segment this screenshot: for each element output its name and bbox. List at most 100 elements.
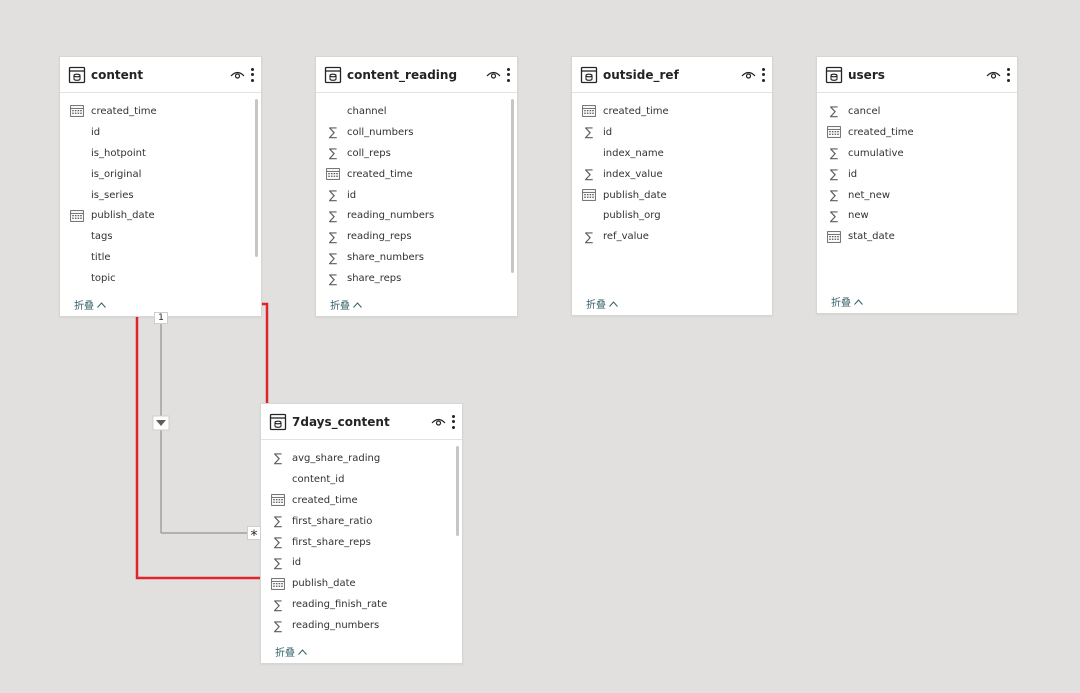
collapse-button[interactable]: 折叠 bbox=[586, 296, 618, 311]
relationship-many-marker[interactable]: * bbox=[247, 526, 261, 544]
relationship-one-marker[interactable]: 1 bbox=[154, 312, 168, 324]
field-item[interactable]: ∑ reading_reps bbox=[316, 226, 517, 247]
field-name: publish_date bbox=[292, 578, 356, 590]
field-name: id bbox=[347, 189, 357, 201]
collapse-button[interactable]: 折叠 bbox=[831, 294, 863, 309]
field-type-icon: ∑ bbox=[827, 105, 841, 117]
table-card-header[interactable]: outside_ref bbox=[572, 57, 772, 93]
field-item[interactable]: ∑ ref_value bbox=[572, 226, 772, 247]
field-item[interactable]: publish_date bbox=[60, 205, 261, 226]
more-options-icon[interactable] bbox=[761, 67, 765, 82]
more-options-icon[interactable] bbox=[506, 67, 510, 82]
eye-icon[interactable] bbox=[431, 417, 446, 427]
field-item[interactable]: publish_date bbox=[572, 185, 772, 206]
field-item[interactable]: ∑ cumulative bbox=[817, 143, 1017, 164]
field-item[interactable]: ∑ id bbox=[817, 164, 1017, 185]
field-type-icon: ∑ bbox=[326, 231, 340, 243]
field-item[interactable]: stat_date bbox=[817, 226, 1017, 247]
field-type-icon bbox=[827, 126, 841, 139]
field-type-icon: ∑ bbox=[271, 536, 285, 548]
field-item[interactable]: channel bbox=[316, 101, 517, 122]
field-item[interactable]: publish_date bbox=[261, 573, 462, 594]
sigma-icon: ∑ bbox=[584, 125, 594, 140]
field-item[interactable]: created_time bbox=[817, 122, 1017, 143]
table-card-outside-ref[interactable]: outside_ref created_time ∑ id index_name ∑ in… bbox=[571, 56, 773, 316]
field-item[interactable]: ∑ id bbox=[572, 122, 772, 143]
field-type-icon: ∑ bbox=[271, 515, 285, 527]
collapse-button[interactable]: 折叠 bbox=[74, 297, 106, 312]
field-item[interactable]: tags bbox=[60, 226, 261, 247]
field-item[interactable]: created_time bbox=[316, 164, 517, 185]
field-item[interactable]: topic bbox=[60, 268, 261, 289]
field-name: reading_numbers bbox=[347, 210, 435, 222]
table-card-header[interactable]: 7days_content bbox=[261, 404, 462, 440]
chevron-up-icon bbox=[298, 648, 307, 655]
field-item[interactable]: ∑ coll_numbers bbox=[316, 122, 517, 143]
field-item[interactable]: ∑ cancel bbox=[817, 101, 1017, 122]
field-type-icon bbox=[70, 210, 84, 222]
sigma-icon: ∑ bbox=[328, 208, 338, 223]
field-name: new bbox=[848, 210, 869, 222]
field-type-icon bbox=[70, 189, 84, 201]
table-card-users[interactable]: users ∑ cancel created_time ∑ cumulative ∑ id ∑… bbox=[816, 56, 1018, 314]
field-item[interactable]: ∑ reading_numbers bbox=[261, 615, 462, 636]
scrollbar[interactable] bbox=[511, 99, 514, 273]
field-item[interactable]: ∑ index_value bbox=[572, 164, 772, 185]
eye-icon[interactable] bbox=[486, 70, 501, 80]
field-item[interactable]: ∑ new bbox=[817, 205, 1017, 226]
collapse-button[interactable]: 折叠 bbox=[330, 297, 362, 312]
field-item[interactable]: content_id bbox=[261, 469, 462, 490]
field-type-icon: ∑ bbox=[582, 231, 596, 243]
table-card-header[interactable]: content_reading bbox=[316, 57, 517, 93]
field-item[interactable]: created_time bbox=[60, 101, 261, 122]
field-item[interactable]: is_series bbox=[60, 185, 261, 206]
field-name: avg_share_rading bbox=[292, 452, 381, 464]
field-item[interactable]: ∑ share_numbers bbox=[316, 247, 517, 268]
field-type-icon bbox=[70, 231, 84, 243]
field-type-icon bbox=[70, 168, 84, 180]
more-options-icon[interactable] bbox=[451, 414, 455, 429]
scrollbar[interactable] bbox=[255, 99, 258, 257]
table-card-header[interactable]: users bbox=[817, 57, 1017, 93]
field-item[interactable]: ∑ share_reps bbox=[316, 268, 517, 289]
field-item[interactable]: ∑ net_new bbox=[817, 185, 1017, 206]
field-item[interactable]: created_time bbox=[261, 490, 462, 511]
field-item[interactable]: ∑ reading_finish_rate bbox=[261, 594, 462, 615]
field-type-icon bbox=[70, 252, 84, 264]
eye-icon[interactable] bbox=[230, 70, 245, 80]
table-card-header[interactable]: content bbox=[60, 57, 261, 93]
field-item[interactable]: ∑ id bbox=[316, 185, 517, 206]
field-item[interactable]: title bbox=[60, 247, 261, 268]
field-type-icon bbox=[70, 126, 84, 138]
calendar-icon bbox=[271, 494, 285, 507]
field-item[interactable]: is_original bbox=[60, 164, 261, 185]
collapse-label: 折叠 bbox=[74, 301, 94, 312]
field-item[interactable]: is_hotpoint bbox=[60, 143, 261, 164]
field-item[interactable]: publish_org bbox=[572, 205, 772, 226]
table-title: 7days_content bbox=[292, 414, 390, 429]
field-item[interactable]: ∑ first_share_reps bbox=[261, 532, 462, 553]
collapse-button[interactable]: 折叠 bbox=[275, 644, 307, 659]
field-item[interactable]: ∑ reading_numbers bbox=[316, 205, 517, 226]
field-item[interactable]: id bbox=[60, 122, 261, 143]
calendar-icon bbox=[582, 105, 596, 118]
table-card-7days-content[interactable]: 7days_content ∑ avg_share_rading content_i… bbox=[260, 403, 463, 664]
field-item[interactable]: index_name bbox=[572, 143, 772, 164]
eye-icon[interactable] bbox=[741, 70, 756, 80]
field-item[interactable]: created_time bbox=[572, 101, 772, 122]
field-name: publish_date bbox=[603, 189, 667, 201]
field-item[interactable]: ∑ id bbox=[261, 552, 462, 573]
field-item[interactable]: ∑ coll_reps bbox=[316, 143, 517, 164]
field-item[interactable]: ∑ first_share_ratio bbox=[261, 511, 462, 532]
table-card-content-reading[interactable]: content_reading channel ∑ coll_numbers ∑ col… bbox=[315, 56, 518, 317]
table-card-content[interactable]: content created_time id is_hotpoint is_orig… bbox=[59, 56, 262, 317]
scrollbar[interactable] bbox=[456, 446, 459, 536]
table-icon bbox=[825, 66, 843, 83]
field-item[interactable]: ∑ avg_share_rading bbox=[261, 448, 462, 469]
field-type-icon: ∑ bbox=[326, 126, 340, 138]
field-name: publish_date bbox=[91, 210, 155, 222]
more-options-icon[interactable] bbox=[250, 67, 254, 82]
more-options-icon[interactable] bbox=[1006, 67, 1010, 82]
eye-icon[interactable] bbox=[986, 70, 1001, 80]
field-name: first_share_ratio bbox=[292, 515, 373, 527]
